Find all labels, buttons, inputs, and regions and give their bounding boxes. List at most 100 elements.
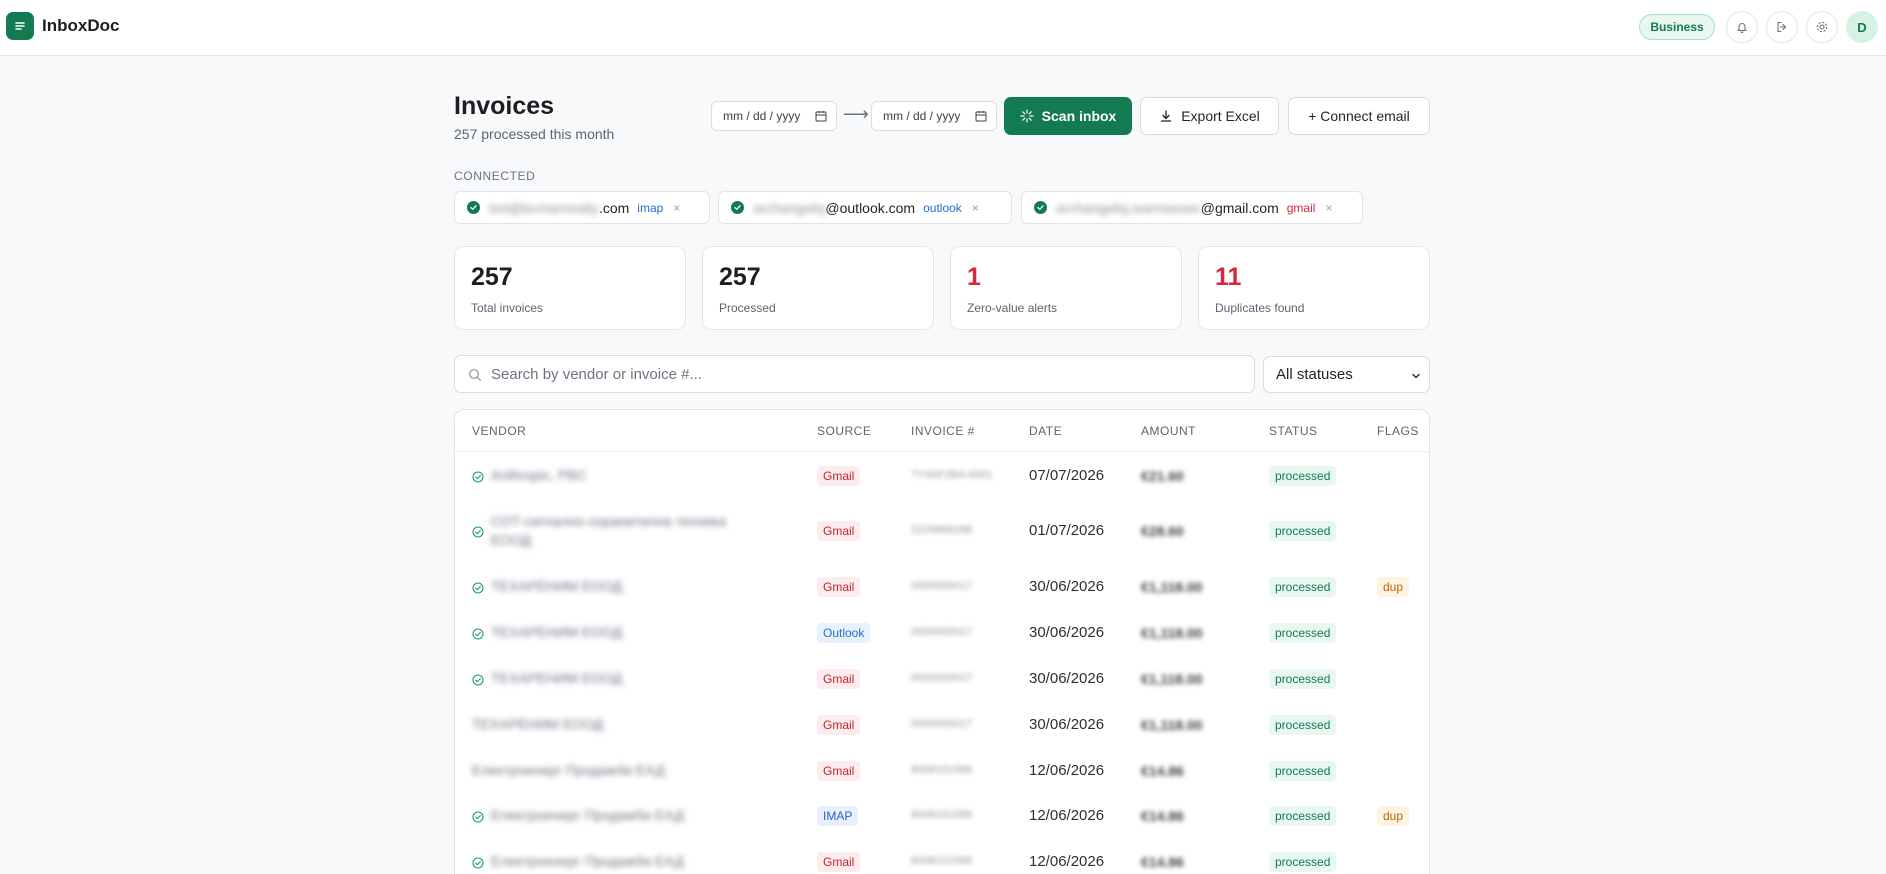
source-badge: Gmail [817,521,861,541]
verified-check-icon [472,470,484,483]
connected-account-chip[interactable]: archangeliq.warmasser @gmail.com gmail × [1021,191,1363,224]
duplicate-flag-badge: dup [1377,806,1410,826]
logo-icon[interactable] [6,12,34,40]
invoice-date: 30/06/2026 [1029,578,1105,595]
date-from-input[interactable]: mm / dd / yyyy [711,101,837,131]
check-circle-icon [731,201,744,214]
avatar[interactable]: D [1846,11,1878,43]
source-badge: Gmail [817,466,861,486]
connect-email-button[interactable]: + Connect email [1288,97,1430,135]
invoice-date: 12/06/2026 [1029,807,1105,824]
logout-icon [1777,21,1787,33]
stat-card: 1 Zero-value alerts [950,246,1182,330]
search-input[interactable] [491,356,1241,392]
invoice-amount: €1,118.00 [1141,717,1203,733]
remove-account-icon[interactable]: × [1325,201,1332,215]
invoice-amount: €1,118.00 [1141,579,1203,595]
column-header-vendor[interactable]: VENDOR [472,424,526,438]
column-header-invoice[interactable]: INVOICE # [911,424,975,438]
invoice-date: 01/07/2026 [1029,522,1105,539]
source-badge: Gmail [817,577,861,597]
download-icon [1161,110,1172,122]
vendor-name: ТЕХАРЕНИМ ЕООД [491,624,623,640]
account-domain: @outlook.com [825,199,916,216]
invoice-amount: €14.86 [1141,854,1184,870]
column-header-date[interactable]: DATE [1029,424,1062,438]
vendor-name: ТЕХАРЕНИМ ЕООД [491,670,623,686]
stat-value: 11 [1215,263,1242,291]
connected-account-chip[interactable]: bot@bcmanrealty .com imap × [454,191,710,224]
source-badge: Gmail [817,715,861,735]
top-bar: InboxDoc Business D [0,0,1886,56]
calendar-icon[interactable] [975,110,987,122]
stat-label: Processed [719,301,776,315]
search-box[interactable] [454,355,1255,393]
status-badge: processed [1269,852,1337,872]
brand-name[interactable]: InboxDoc [42,16,119,36]
source-badge: IMAP [817,806,859,826]
check-circle-icon [467,201,480,214]
vendor-name: Електроенерг Продажби ЕАД [491,853,684,869]
remove-account-icon[interactable]: × [673,201,680,215]
account-provider: outlook [923,200,962,215]
vendor-name: Електроенерг Продажби ЕАД [472,762,665,778]
verified-check-icon [472,673,484,686]
sparkle-icon [1020,109,1034,123]
status-badge: processed [1269,623,1337,643]
invoice-number: 8008151589 [911,855,973,867]
vendor-name: СОТ-сигнално-охранителна техника ЕООД [491,513,727,548]
invoice-amount: €1,118.00 [1141,625,1203,641]
invoice-amount: €14.86 [1141,763,1184,779]
export-excel-button[interactable]: Export Excel [1140,97,1279,135]
date-to-input[interactable]: mm / dd / yyyy [871,101,997,131]
stat-card: 257 Total invoices [454,246,686,330]
invoice-amount: €21.60 [1141,468,1184,484]
settings-button[interactable] [1806,11,1838,43]
verified-check-icon [472,627,484,640]
invoice-amount: €14.86 [1141,808,1184,824]
date-from-placeholder: mm / dd / yyyy [723,109,801,123]
stat-value: 1 [967,263,981,291]
stat-card: 11 Duplicates found [1198,246,1430,330]
column-header-status[interactable]: STATUS [1269,424,1318,438]
remove-account-icon[interactable]: × [972,201,979,215]
connect-email-label: + Connect email [1308,108,1410,124]
vendor-name: Електроенерг Продажби ЕАД [491,807,684,823]
status-badge: processed [1269,761,1337,781]
invoice-date: 12/06/2026 [1029,762,1105,779]
status-filter-select[interactable]: All statuses [1263,356,1430,393]
calendar-icon[interactable] [815,110,827,122]
invoice-number: 0000000017 [911,626,973,638]
date-to-placeholder: mm / dd / yyyy [883,109,961,123]
page-title: Invoices [454,92,555,120]
status-badge: processed [1269,715,1337,735]
vendor-name: ТЕХАРЕНИМ ЕООД [491,578,623,594]
stat-label: Zero-value alerts [967,301,1058,315]
account-domain: @gmail.com [1200,199,1279,216]
invoice-date: 12/06/2026 [1029,853,1105,870]
invoice-number: 7Y4AF2B4-0001 [911,469,993,481]
stat-label: Duplicates found [1215,301,1305,315]
scan-inbox-button[interactable]: Scan inbox [1004,97,1132,135]
search-icon [469,369,482,382]
duplicate-flag-badge: dup [1377,577,1410,597]
column-header-source[interactable]: SOURCE [817,424,871,438]
scan-inbox-label: Scan inbox [1041,108,1117,124]
account-address-redacted: archangeliq [753,199,826,216]
stat-value: 257 [471,263,513,291]
notifications-button[interactable] [1726,11,1758,43]
invoice-number: 0000000017 [911,672,973,684]
status-badge: processed [1269,577,1337,597]
invoice-date: 30/06/2026 [1029,624,1105,641]
column-header-amount[interactable]: AMOUNT [1141,424,1196,438]
stat-card: 257 Processed [702,246,934,330]
column-header-flags[interactable]: FLAGS [1377,424,1419,438]
logout-button[interactable] [1766,11,1798,43]
stat-value: 257 [719,263,761,291]
date-range-arrow: ⟶ [843,104,869,124]
source-badge: Gmail [817,852,861,872]
invoice-number: 0000000017 [911,580,973,592]
connected-account-chip[interactable]: archangeliq @outlook.com outlook × [718,191,1012,224]
invoice-number: 0000000017 [911,718,973,730]
export-excel-label: Export Excel [1181,108,1260,124]
